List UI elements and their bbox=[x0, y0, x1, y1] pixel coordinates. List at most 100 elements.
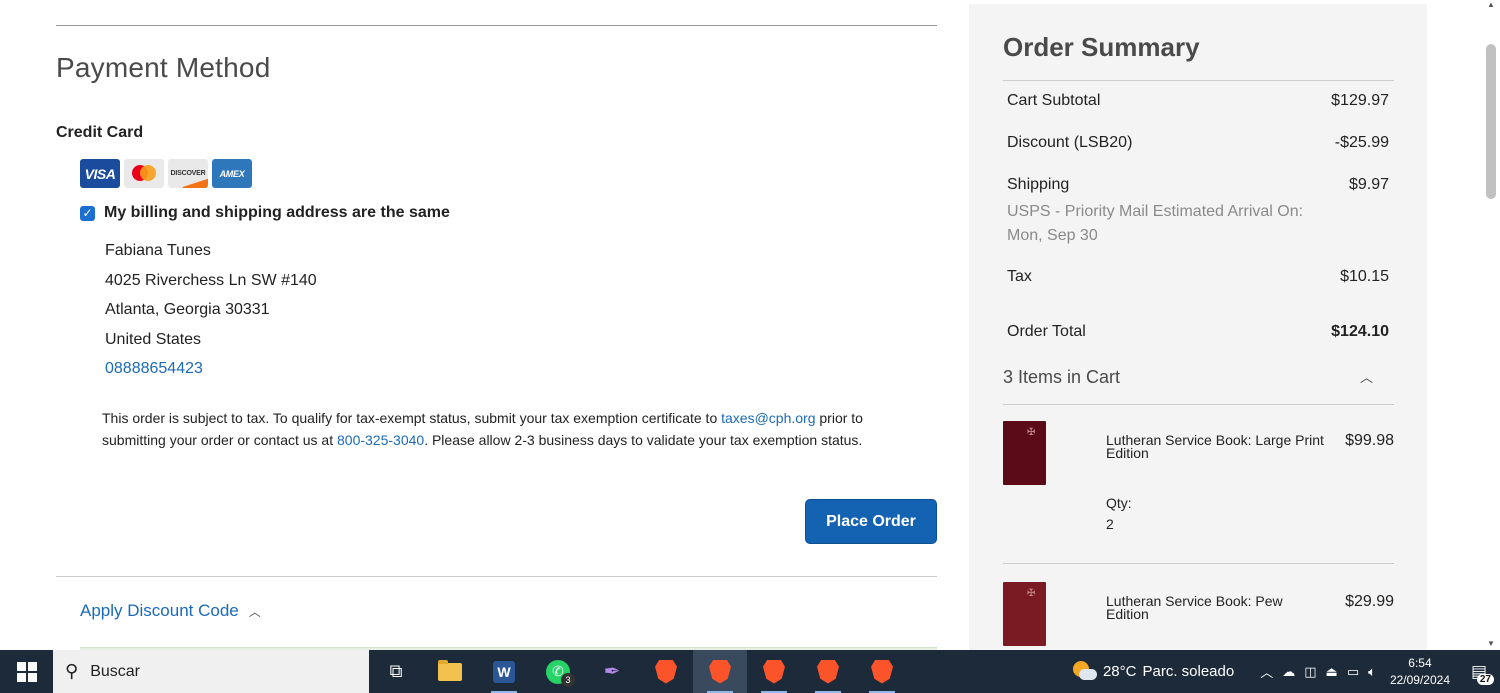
apply-discount-label[interactable]: Apply Discount Code bbox=[80, 601, 239, 621]
same-address-checkbox[interactable]: ✓ bbox=[80, 205, 95, 221]
address-city: Atlanta, Georgia 30331 bbox=[105, 301, 270, 319]
brave-button[interactable] bbox=[639, 650, 693, 693]
scroll-down-icon[interactable]: ▼ bbox=[1487, 639, 1495, 648]
divider bbox=[56, 576, 937, 577]
volume-icon[interactable]: 🔈︎ bbox=[1368, 664, 1376, 680]
windows-taskbar: ⚲ Buscar ⧉ W ✆ 3 ✒ 28°C Parc. soleado ︿ ☁… bbox=[0, 650, 1500, 693]
discover-icon: DISCOVER bbox=[168, 159, 208, 188]
brave-button[interactable] bbox=[855, 650, 909, 693]
brave-button[interactable] bbox=[801, 650, 855, 693]
brave-icon[interactable] bbox=[763, 659, 785, 684]
chevron-up-icon[interactable]: ︿ bbox=[1260, 662, 1273, 681]
brave-icon[interactable] bbox=[871, 659, 893, 684]
address-street: 4025 Riverchess Ln SW #140 bbox=[105, 271, 317, 289]
brave-icon[interactable] bbox=[655, 659, 677, 684]
items-in-cart-label[interactable]: 3 Items in Cart bbox=[1003, 367, 1120, 388]
weather-temp[interactable]: 28°C bbox=[1103, 663, 1137, 680]
partly-sunny-icon[interactable] bbox=[1071, 660, 1097, 683]
items-in-cart-toggle[interactable]: 3 Items in Cart ︿ bbox=[1003, 367, 1373, 388]
whatsapp-button[interactable]: ✆ 3 bbox=[531, 650, 585, 693]
cart-item-name: Lutheran Service Book: Pew Edition bbox=[1106, 593, 1283, 622]
taskbar-search[interactable]: ⚲ Buscar bbox=[53, 650, 369, 693]
folder-icon[interactable] bbox=[438, 659, 462, 681]
same-address-option[interactable]: ✓ My billing and shipping address are th… bbox=[80, 204, 450, 222]
weather-desc[interactable]: Parc. soleado bbox=[1142, 663, 1234, 680]
apply-discount-toggle[interactable]: Apply Discount Code ︿ bbox=[80, 601, 261, 621]
cart-item-name: Lutheran Service Book: Large Print Editi… bbox=[1106, 432, 1324, 461]
chevron-up-icon[interactable]: ︿ bbox=[249, 603, 261, 620]
amex-icon: AMEX bbox=[212, 159, 252, 188]
tax-phone-link[interactable]: 800-325-3040 bbox=[337, 432, 424, 448]
discount-row: Discount (LSB20) -$25.99 bbox=[1007, 134, 1389, 152]
clock-date[interactable]: 22/09/2024 bbox=[1390, 672, 1450, 689]
mastercard-icon bbox=[124, 159, 164, 188]
shipping-value: $9.97 bbox=[1348, 176, 1389, 193]
file-explorer-button[interactable] bbox=[423, 650, 477, 693]
subtotal-value: $129.97 bbox=[1331, 92, 1389, 109]
notification-center-button[interactable]: ▤ 27 bbox=[1464, 657, 1494, 687]
discount-label: Discount (LSB20) bbox=[1007, 134, 1133, 151]
shipping-method: USPS - Priority Mail Estimated Arrival O… bbox=[1007, 203, 1304, 244]
divider bbox=[1003, 563, 1394, 564]
divider bbox=[1003, 80, 1394, 81]
onedrive-icon[interactable]: ☁ bbox=[1282, 664, 1295, 680]
taskbar-apps: ⧉ W ✆ 3 ✒ bbox=[369, 650, 909, 693]
weather-widget[interactable]: 28°C Parc. soleado bbox=[1071, 660, 1234, 683]
tax-label: Tax bbox=[1007, 268, 1032, 285]
order-total-label: Order Total bbox=[1007, 323, 1086, 340]
clock-time[interactable]: 6:54 bbox=[1390, 655, 1450, 672]
notification-count: 27 bbox=[1476, 673, 1494, 685]
same-address-label[interactable]: My billing and shipping address are the … bbox=[104, 204, 450, 222]
scrollbar-thumb[interactable] bbox=[1486, 44, 1496, 199]
discount-value: -$25.99 bbox=[1334, 134, 1389, 151]
order-summary-title: Order Summary bbox=[1003, 32, 1200, 62]
address-country: United States bbox=[105, 330, 202, 348]
shipping-row: Shipping $9.97 bbox=[1007, 176, 1389, 194]
feather-icon[interactable]: ✒ bbox=[604, 659, 621, 684]
billing-address: Fabiana Tunes 4025 Riverchess Ln SW #140… bbox=[105, 241, 317, 389]
task-view-icon[interactable]: ⧉ bbox=[390, 661, 403, 682]
whatsapp-badge: 3 bbox=[561, 673, 575, 687]
scroll-up-icon[interactable]: ▲ bbox=[1487, 0, 1495, 9]
visa-icon: VISA bbox=[80, 159, 120, 188]
clock[interactable]: 6:54 22/09/2024 bbox=[1390, 655, 1450, 689]
chevron-up-icon[interactable]: ︿ bbox=[1360, 367, 1373, 388]
word-button[interactable]: W bbox=[477, 650, 531, 693]
book-cover-image bbox=[1003, 421, 1046, 485]
meet-icon[interactable]: ◫ bbox=[1304, 664, 1316, 680]
shipping-label: Shipping bbox=[1007, 176, 1070, 193]
tax-value: $10.15 bbox=[1340, 268, 1389, 285]
place-order-button[interactable]: Place Order bbox=[805, 499, 937, 544]
cart-item-price: $99.98 bbox=[1345, 432, 1394, 449]
cart-item-qty: 2 bbox=[1106, 516, 1114, 532]
address-name: Fabiana Tunes bbox=[105, 242, 211, 259]
divider bbox=[56, 25, 937, 26]
brave-icon[interactable] bbox=[709, 659, 731, 684]
usb-icon[interactable]: ⏏ bbox=[1326, 664, 1338, 680]
divider bbox=[1003, 404, 1394, 405]
word-icon[interactable]: W bbox=[493, 660, 515, 683]
order-total-row: Order Total $124.10 bbox=[1007, 323, 1389, 341]
taskbar-search-placeholder[interactable]: Buscar bbox=[90, 663, 140, 681]
tax-notice-text: . Please allow 2-3 business days to vali… bbox=[424, 431, 863, 448]
cart-item-qty-label: Qty: bbox=[1106, 495, 1132, 511]
address-phone-link[interactable]: 08888654423 bbox=[105, 359, 317, 389]
tax-email-link[interactable]: taxes@cph.org bbox=[721, 410, 815, 426]
cart-item-price: $29.99 bbox=[1345, 593, 1394, 610]
brave-button-active[interactable] bbox=[693, 650, 747, 693]
brave-button[interactable] bbox=[747, 650, 801, 693]
task-view-button[interactable]: ⧉ bbox=[369, 650, 423, 693]
tax-row: Tax $10.15 bbox=[1007, 268, 1389, 286]
network-icon[interactable]: ▭ bbox=[1347, 664, 1359, 680]
page-scrollbar[interactable]: ▲ ▼ bbox=[1483, 0, 1500, 650]
checkout-page: Payment Method Credit Card VISA DISCOVER… bbox=[0, 0, 1500, 650]
order-summary: Order Summary Cart Subtotal $129.97 Disc… bbox=[969, 4, 1427, 650]
windows-logo-icon[interactable] bbox=[16, 661, 37, 682]
tax-notice-text: This order is subject to tax. To qualify… bbox=[102, 410, 722, 426]
book-cover-image bbox=[1003, 582, 1046, 646]
start-button[interactable] bbox=[0, 650, 53, 693]
search-icon: ⚲ bbox=[65, 661, 79, 681]
subtotal-row: Cart Subtotal $129.97 bbox=[1007, 92, 1389, 110]
brave-icon[interactable] bbox=[817, 659, 839, 684]
feather-app-button[interactable]: ✒ bbox=[585, 650, 639, 693]
